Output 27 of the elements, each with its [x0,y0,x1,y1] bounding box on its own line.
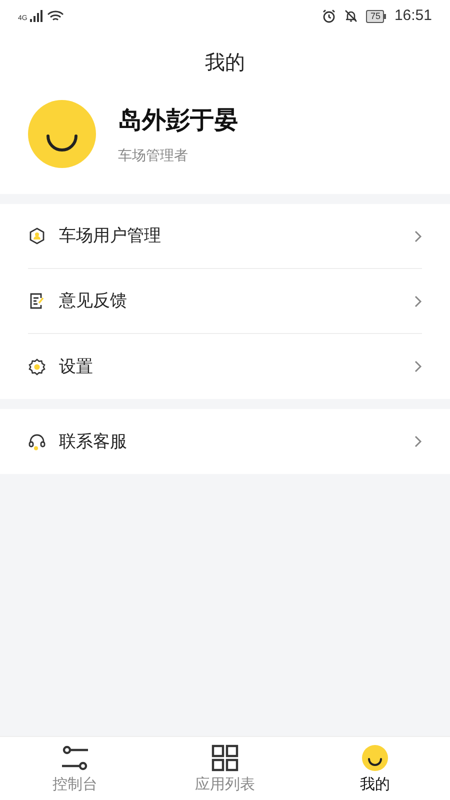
chevron-right-icon [414,360,422,373]
chevron-right-icon [414,230,422,242]
smiley-avatar [28,100,96,168]
user-name: 岛外彭于晏 [118,106,238,136]
hexagon-person-icon [28,227,46,245]
tab[interactable]: 应用列表 [150,744,300,794]
sliders-icon [60,744,90,772]
headset-icon [28,432,46,450]
grid-icon [211,744,239,772]
clock-time: 16:51 [394,6,432,26]
settings-icon [28,358,46,376]
note-pen-icon [28,292,46,310]
menu-item[interactable]: 车场用户管理 [28,204,422,269]
user-role: 车场管理者 [118,146,189,164]
signal-icon [30,10,44,22]
page-title: 我的 [205,51,245,76]
menu-item[interactable]: 设置 [28,334,422,399]
alarm-icon [322,9,336,23]
muted-bell-icon [344,9,358,23]
tab[interactable]: 控制台 [0,744,150,794]
chevron-right-icon [414,294,422,308]
tab[interactable]: 我的 [300,744,450,794]
chevron-right-icon [414,435,422,448]
menu-item[interactable]: 意见反馈 [28,269,422,334]
smiley-icon [361,744,389,772]
wifi-icon [47,10,64,22]
battery-level: 75 [366,10,384,22]
